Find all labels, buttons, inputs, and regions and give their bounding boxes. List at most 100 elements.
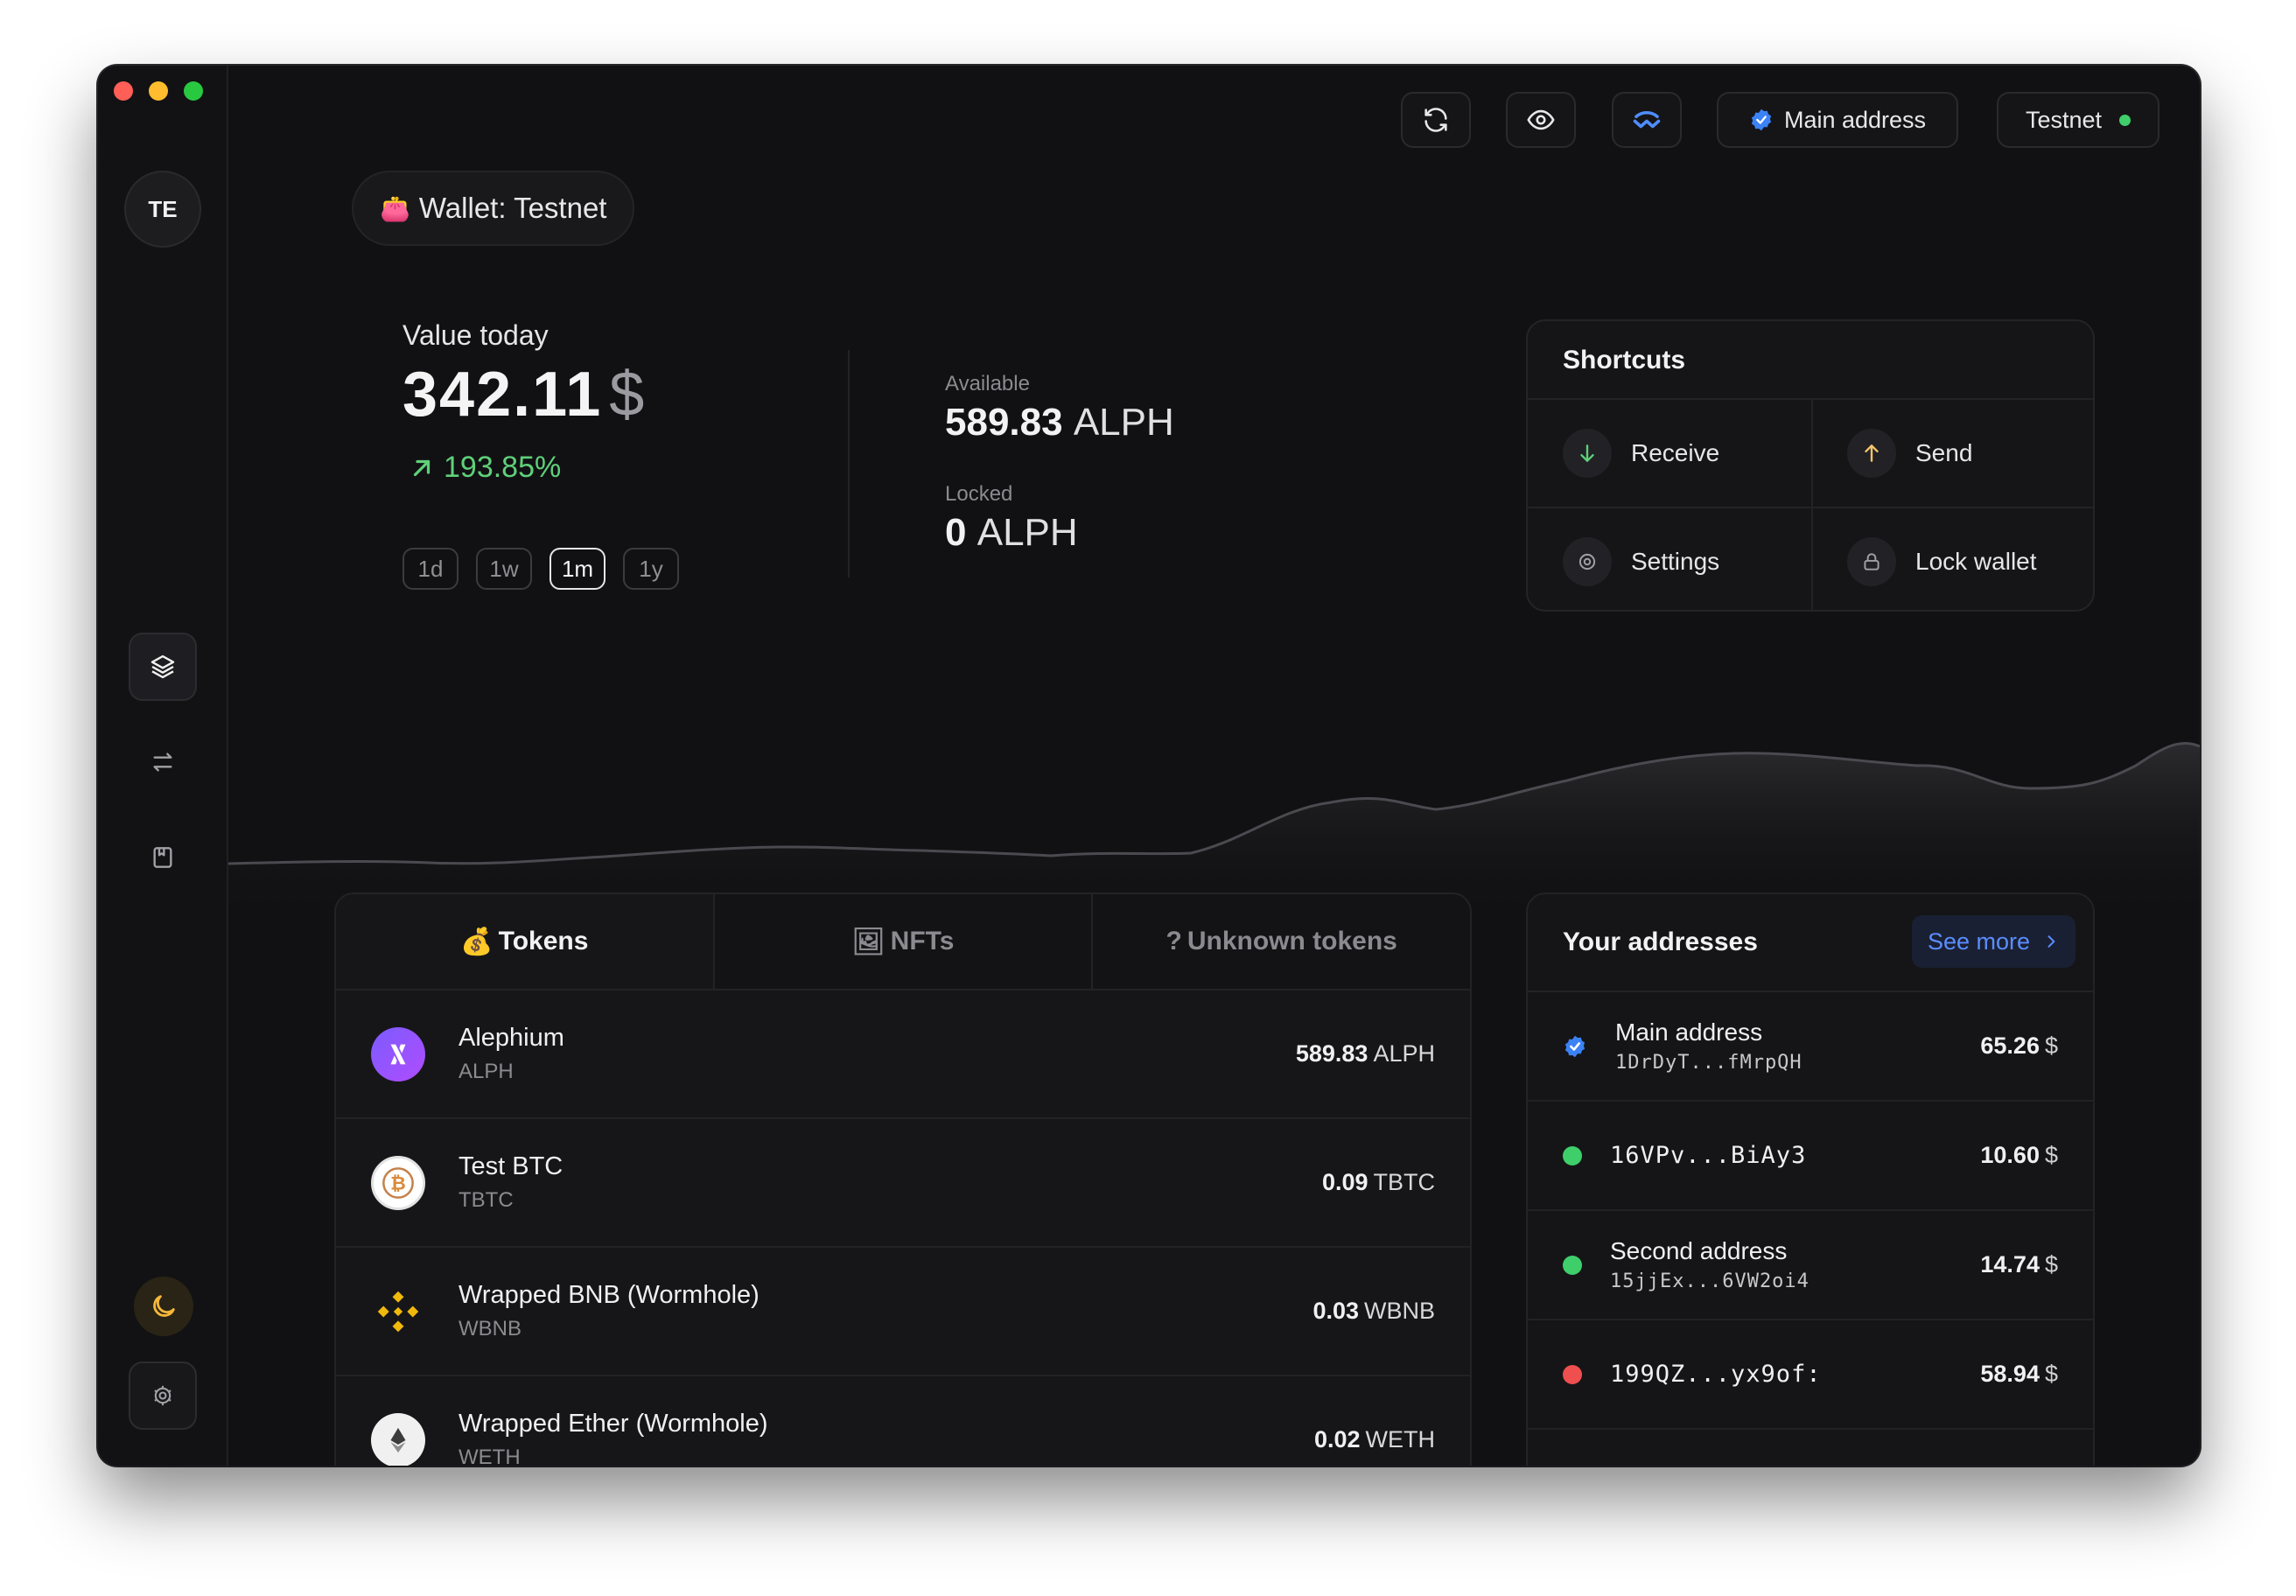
- address-color-dot: [1563, 1145, 1582, 1166]
- toggle-visibility-button[interactable]: [1506, 92, 1576, 148]
- network-status-dot: [2119, 114, 2132, 126]
- shortcut-receive-button[interactable]: Receive: [1528, 400, 1812, 507]
- shortcuts-grid: Receive Send Settings Lock wallet: [1528, 398, 2093, 610]
- bitcoin-logo-icon: ₿: [371, 1155, 425, 1210]
- assets-card: 💰 Tokens 🖼 NFTs ? Unknown tokens Alephiu…: [334, 892, 1472, 1466]
- moon-icon: [153, 1295, 175, 1317]
- gear-icon: [1563, 537, 1612, 586]
- nav-addressbook-button[interactable]: [129, 823, 197, 892]
- locked-amount: 0 ALPH: [945, 511, 1078, 555]
- svg-text:₿: ₿: [390, 1172, 406, 1194]
- available-amount: 589.83 ALPH: [945, 401, 1174, 444]
- value-number: 342.11: [402, 360, 603, 430]
- available-number: 589.83: [945, 401, 1063, 444]
- address-info: Second address 15jjEx...6VW2oi4: [1610, 1237, 1980, 1292]
- lock-icon: [1847, 537, 1896, 586]
- sidebar-settings-button[interactable]: [129, 1362, 197, 1430]
- value-today-label: Value today: [402, 319, 549, 351]
- value-change: 193.85%: [409, 451, 561, 485]
- shortcut-send-label: Send: [1915, 439, 1973, 466]
- address-hash: 15jjEx...6VW2oi4: [1610, 1270, 1810, 1292]
- arrow-up-icon: [1847, 429, 1896, 478]
- tab-nfts[interactable]: 🖼 NFTs: [714, 894, 1094, 989]
- nav-overview-button[interactable]: [129, 633, 197, 701]
- wallet-name-pill[interactable]: 👛 Wallet: Testnet: [352, 171, 635, 246]
- minimize-window-button[interactable]: [149, 81, 168, 101]
- address-row[interactable]: Second address 15jjEx...6VW2oi4 14.74 $: [1528, 1211, 2093, 1320]
- nav-transfers-button[interactable]: [129, 728, 197, 796]
- address-hash: 1DrDyT...fMrpQH: [1615, 1052, 1802, 1074]
- gear-icon: [154, 1385, 172, 1406]
- address-hash: 16VPv...BiAy3: [1610, 1142, 1807, 1169]
- purse-icon: 👛: [380, 194, 410, 222]
- address-info: 16VPv...BiAy3: [1610, 1142, 1980, 1169]
- alephium-logo-icon: [371, 1026, 425, 1082]
- overview-divider: [848, 350, 850, 578]
- token-names: Wrapped Ether (Wormhole) WETH: [458, 1410, 1314, 1466]
- default-address-label: Main address: [1783, 106, 1927, 133]
- address-row[interactable]: Main address 1DrDyT...fMrpQH 65.26 $: [1528, 992, 2093, 1102]
- range-1d-button[interactable]: 1d: [402, 548, 458, 590]
- token-amount-value: 0.02: [1313, 1426, 1361, 1452]
- shortcut-lock-button[interactable]: Lock wallet: [1812, 508, 2093, 610]
- tab-nfts-label: NFTs: [890, 927, 955, 956]
- network-selector[interactable]: Testnet: [1997, 92, 2160, 148]
- token-amount-unit: WBNB: [1364, 1298, 1435, 1324]
- arrow-down-icon: [1563, 429, 1612, 478]
- money-bag-icon: 💰: [460, 927, 494, 956]
- token-row[interactable]: ₿ Test BTC TBTC 0.09 TBTC: [336, 1119, 1470, 1248]
- address-value-unit: $: [2044, 1251, 2058, 1278]
- address-row[interactable]: 199QZ...yx9of: 58.94 $: [1528, 1320, 2093, 1430]
- token-name: Wrapped Ether (Wormhole): [458, 1410, 768, 1438]
- range-1y-button[interactable]: 1y: [623, 548, 679, 590]
- close-window-button[interactable]: [114, 81, 133, 101]
- arrow-up-right-icon: [413, 459, 430, 476]
- tab-unknown-tokens[interactable]: ? Unknown tokens: [1093, 894, 1470, 989]
- see-more-label: See more: [1927, 928, 2030, 955]
- shortcut-lock-label: Lock wallet: [1915, 548, 2037, 575]
- maximize-window-button[interactable]: [184, 81, 203, 101]
- window-controls: [114, 81, 203, 101]
- layers-icon: [150, 654, 175, 679]
- address-value-number: 10.60: [1980, 1142, 2040, 1168]
- token-amount-value: 589.83: [1295, 1040, 1368, 1067]
- network-label: Testnet: [2025, 106, 2103, 133]
- token-symbol: WBNB: [458, 1317, 522, 1340]
- wallet-avatar[interactable]: TE: [124, 171, 201, 248]
- locked-number: 0: [945, 511, 967, 554]
- token-name: Test BTC: [458, 1152, 564, 1180]
- address-color-dot: [1563, 1255, 1582, 1275]
- shortcuts-card: Shortcuts Receive Send Settings Lock wal…: [1526, 319, 2095, 612]
- theme-toggle-button[interactable]: [134, 1277, 193, 1336]
- refresh-button[interactable]: [1401, 92, 1471, 148]
- token-row[interactable]: Alephium ALPH 589.83 ALPH: [336, 990, 1470, 1119]
- locked-label: Locked: [945, 482, 1013, 506]
- address-label: Main address: [1615, 1018, 1763, 1046]
- shortcut-send-button[interactable]: Send: [1812, 400, 2093, 507]
- token-row[interactable]: Wrapped Ether (Wormhole) WETH 0.02 WETH: [336, 1376, 1470, 1466]
- address-value-unit: $: [2044, 1361, 2058, 1387]
- tab-tokens[interactable]: 💰 Tokens: [336, 894, 715, 989]
- walletconnect-button[interactable]: [1612, 92, 1682, 148]
- available-unit: ALPH: [1073, 401, 1174, 444]
- shortcut-settings-button[interactable]: Settings: [1528, 508, 1812, 610]
- token-amount: 589.83 ALPH: [1296, 1040, 1435, 1068]
- range-1w-button[interactable]: 1w: [476, 548, 532, 590]
- address-value: 14.74 $: [1980, 1251, 2058, 1278]
- address-row[interactable]: 16VPv...BiAy3 10.60 $: [1528, 1102, 2093, 1211]
- address-value: 10.60 $: [1980, 1142, 2058, 1169]
- address-book-icon: [153, 847, 172, 868]
- wallet-name-label: Wallet: Testnet: [418, 192, 607, 224]
- default-address-button[interactable]: Main address: [1717, 92, 1958, 148]
- token-amount-value: 0.03: [1312, 1298, 1359, 1324]
- bnb-logo-icon: [371, 1284, 425, 1339]
- token-row[interactable]: Wrapped BNB (Wormhole) WBNB 0.03 WBNB: [336, 1248, 1470, 1376]
- chevron-right-icon: [2048, 935, 2055, 948]
- assets-tabs: 💰 Tokens 🖼 NFTs ? Unknown tokens: [336, 894, 1470, 990]
- address-value-number: 58.94: [1980, 1361, 2040, 1387]
- see-more-button[interactable]: See more: [1911, 915, 2076, 968]
- value-history-chart: [228, 742, 2200, 923]
- token-amount-unit: ALPH: [1373, 1040, 1435, 1067]
- range-1m-button[interactable]: 1m: [550, 548, 606, 590]
- address-info: Main address 1DrDyT...fMrpQH: [1615, 1018, 1980, 1074]
